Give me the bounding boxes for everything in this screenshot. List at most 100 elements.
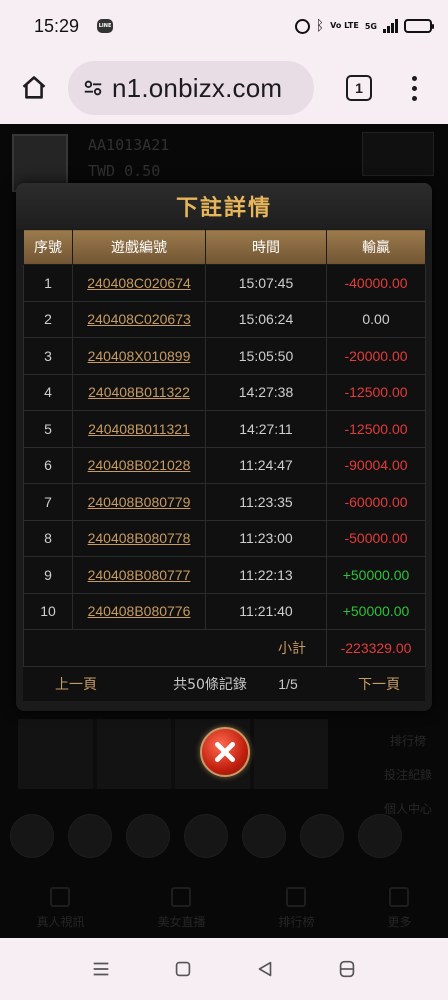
table-row: 9 240408B080777 11:22:13 +50000.00 [23, 556, 426, 594]
game-id-cell: 240408B011321 [72, 410, 206, 448]
next-page-button[interactable]: 下一頁 [333, 674, 425, 694]
row-number: 6 [23, 446, 73, 484]
bet-result: -40000.00 [326, 264, 426, 302]
bet-time: 11:22:13 [205, 556, 327, 594]
row-number: 4 [23, 373, 73, 411]
tab-count: 1 [346, 75, 372, 101]
row-number: 9 [23, 556, 73, 594]
game-id-link[interactable]: 240408B080776 [88, 603, 191, 619]
battery-icon [404, 19, 434, 33]
game-id-link[interactable]: 240408C020673 [87, 311, 191, 327]
recent-apps-icon[interactable] [90, 958, 112, 980]
subtotal-value: -223329.00 [326, 629, 426, 667]
game-id-cell: 240408C020674 [72, 264, 206, 302]
table-row: 1 240408C020674 15:07:45 -40000.00 [23, 264, 426, 302]
column-header-result: 輸贏 [326, 229, 426, 265]
table-row: 6 240408B021028 11:24:47 -90004.00 [23, 446, 426, 484]
table-header-row: 序號 遊戲編號 時間 輸贏 [23, 229, 426, 265]
table-row: 2 240408C020673 15:06:24 0.00 [23, 300, 426, 338]
table-row: 3 240408X010899 15:05:50 -20000.00 [23, 337, 426, 375]
close-button[interactable] [200, 727, 250, 777]
bet-result: -60000.00 [326, 483, 426, 521]
game-id-link[interactable]: 240408B021028 [88, 457, 191, 473]
table-row: 4 240408B011322 14:27:38 -12500.00 [23, 373, 426, 411]
row-number: 5 [23, 410, 73, 448]
bet-result: -50000.00 [326, 519, 426, 557]
game-id-link[interactable]: 240408B080778 [88, 530, 191, 546]
game-id-cell: 240408X010899 [72, 337, 206, 375]
prev-page-button[interactable]: 上一頁 [23, 674, 129, 694]
game-id-link[interactable]: 240408B011321 [88, 421, 190, 437]
row-number: 8 [23, 519, 73, 557]
pagination: 上一頁 共50條記錄 1/5 下一頁 [23, 667, 425, 701]
table-row: 7 240408B080779 11:23:35 -60000.00 [23, 483, 426, 521]
bet-time: 14:27:38 [205, 373, 327, 411]
game-id-link[interactable]: 240408B080779 [88, 494, 191, 510]
column-header-time: 時間 [205, 229, 327, 265]
bet-result: -90004.00 [326, 446, 426, 484]
game-id-cell: 240408B080776 [72, 592, 206, 630]
subtotal-row: 小計 -223329.00 [23, 629, 426, 667]
address-bar[interactable]: n1.onbizx.com [68, 61, 314, 115]
bet-table-wrapper: 序號 遊戲編號 時間 輸贏 1 240408C020674 15:07:45 -400… [23, 229, 426, 667]
modal-header: 下註詳情 [16, 183, 432, 229]
volte-icon: Vo LTE [330, 21, 359, 30]
home-button[interactable] [0, 52, 68, 124]
game-id-link[interactable]: 240408C020674 [87, 275, 191, 291]
row-number: 1 [23, 264, 73, 302]
row-number: 7 [23, 483, 73, 521]
game-id-cell: 240408B080777 [72, 556, 206, 594]
game-id-link[interactable]: 240408B011322 [88, 384, 190, 400]
game-id-cell: 240408B021028 [72, 446, 206, 484]
bet-result: +50000.00 [326, 592, 426, 630]
row-number: 3 [23, 337, 73, 375]
row-number: 10 [23, 592, 73, 630]
home-nav-icon[interactable] [172, 958, 194, 980]
bet-table: 序號 遊戲編號 時間 輸贏 1 240408C020674 15:07:45 -400… [23, 229, 426, 667]
column-header-no: 序號 [23, 229, 73, 265]
network-type: 5G [364, 21, 377, 31]
page-indicator: 1/5 [278, 676, 298, 692]
game-id-cell: 240408B080778 [72, 519, 206, 557]
game-id-cell: 240408B011322 [72, 373, 206, 411]
assistant-icon[interactable] [336, 958, 358, 980]
signal-icon [383, 19, 398, 33]
more-menu-icon[interactable] [394, 75, 434, 101]
bet-result: -12500.00 [326, 410, 426, 448]
close-icon [214, 741, 236, 763]
tab-switcher-button[interactable]: 1 [324, 75, 394, 101]
url-text: n1.onbizx.com [112, 72, 283, 103]
game-id-link[interactable]: 240408X010899 [88, 348, 191, 364]
bet-result: 0.00 [326, 300, 426, 338]
bet-time: 11:21:40 [205, 592, 327, 630]
subtotal-label: 小計 [23, 629, 327, 667]
bet-time: 15:05:50 [205, 337, 327, 375]
bet-time: 14:27:11 [205, 410, 327, 448]
status-bar: 15:29 LINE ᛒ Vo LTE 5G [0, 0, 448, 52]
game-id-link[interactable]: 240408B080777 [88, 567, 191, 583]
system-navigation-bar [0, 938, 448, 1000]
row-number: 2 [23, 300, 73, 338]
modal-title: 下註詳情 [175, 196, 272, 221]
table-row: 5 240408B011321 14:27:11 -12500.00 [23, 410, 426, 448]
status-time: 15:29 [34, 15, 80, 36]
bet-result: -12500.00 [326, 373, 426, 411]
bet-time: 11:24:47 [205, 446, 327, 484]
line-app-icon: LINE [97, 19, 114, 33]
game-id-cell: 240408B080779 [72, 483, 206, 521]
bet-result: -20000.00 [326, 337, 426, 375]
column-header-game-id: 遊戲編號 [72, 229, 206, 265]
browser-toolbar: n1.onbizx.com 1 [0, 52, 448, 124]
status-icons: ᛒ Vo LTE 5G [294, 18, 434, 34]
bluetooth-icon: ᛒ [315, 18, 325, 34]
bet-result: +50000.00 [326, 556, 426, 594]
site-settings-icon[interactable] [82, 77, 104, 99]
bet-details-modal: 下註詳情 序號 遊戲編號 時間 輸贏 1 240408C020674 15:07:4… [16, 183, 432, 711]
total-records: 共50條記錄 [173, 677, 247, 693]
bet-time: 15:06:24 [205, 300, 327, 338]
bet-time: 15:07:45 [205, 264, 327, 302]
table-row: 8 240408B080778 11:23:00 -50000.00 [23, 519, 426, 557]
bet-time: 11:23:35 [205, 483, 327, 521]
back-icon[interactable] [254, 958, 276, 980]
game-id-cell: 240408C020673 [72, 300, 206, 338]
